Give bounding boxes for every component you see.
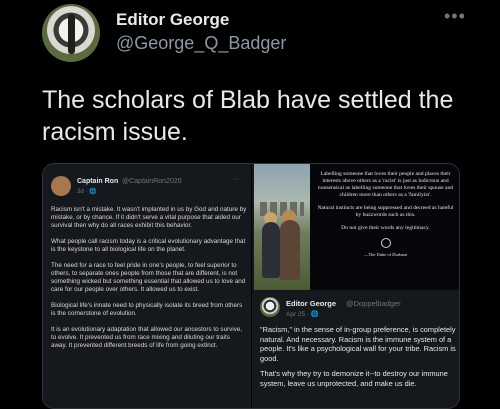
embedded-paragraph: It is an evolutionary adaptation that al…: [51, 326, 243, 349]
tweet-media[interactable]: Captain Ron @CaptainRon2020 3d · 🌐 ··· R…: [42, 163, 460, 409]
badger-stripe: [68, 14, 75, 54]
quote-card: Labelling someone that loves their peopl…: [310, 164, 459, 290]
emblem-icon: [380, 238, 391, 248]
embedded-paragraph: Racism isn't a mistake. It wasn't implan…: [51, 206, 247, 229]
author-name[interactable]: Editor George: [116, 10, 229, 30]
embedded-author-name: Captain Ron: [77, 178, 119, 185]
quote-paragraph: Labelling someone that loves their peopl…: [317, 171, 454, 198]
embedded-body: Racism isn't a mistake. It wasn't implan…: [51, 206, 247, 358]
embedded-timestamp: 3d · 🌐: [77, 189, 97, 195]
author-avatar[interactable]: [42, 4, 100, 62]
tweet-text: The scholars of Blab have settled the ra…: [42, 86, 454, 146]
embedded-paragraph: "Racism," in the sense of in-group prefe…: [260, 325, 456, 363]
embedded-paragraph: Biological life's innate need to physica…: [51, 302, 243, 317]
embedded-avatar: [51, 176, 71, 196]
embedded-avatar: [260, 297, 280, 317]
author-handle[interactable]: @George_Q_Badger: [116, 33, 286, 54]
embedded-tweet-right: Editor George @Doppelbadger Apr 25 · 🌐 "…: [254, 290, 459, 408]
embedded-timestamp: Apr 25 · 🌐: [286, 311, 320, 318]
child-figure: [262, 222, 280, 278]
quote-signature: —The Duke of Durham: [363, 252, 408, 257]
embedded-paragraph: The need for a race to feel pride in one…: [51, 262, 246, 293]
embedded-tweet-left: Captain Ron @CaptainRon2020 3d · 🌐 ··· R…: [43, 164, 252, 408]
embedded-body: "Racism," in the sense of in-group prefe…: [260, 325, 458, 394]
child-figure: [280, 220, 300, 280]
quote-paragraph: Natural instincts are being suppressed a…: [317, 205, 454, 218]
more-options-icon[interactable]: •••: [444, 6, 466, 27]
embedded-more-icon: ···: [233, 176, 240, 183]
embedded-author-handle: @CaptainRon2020: [122, 178, 182, 185]
embedded-author-name: Editor George: [286, 299, 337, 308]
children-photo: [254, 164, 310, 290]
quote-paragraph: Do not give their words any legitimacy.: [341, 225, 430, 231]
embedded-paragraph: That's why they try to demonize it--to d…: [260, 369, 448, 388]
embedded-paragraph: What people call racism today is a criti…: [51, 238, 246, 253]
embedded-author-handle: @Doppelbadger: [346, 299, 401, 308]
